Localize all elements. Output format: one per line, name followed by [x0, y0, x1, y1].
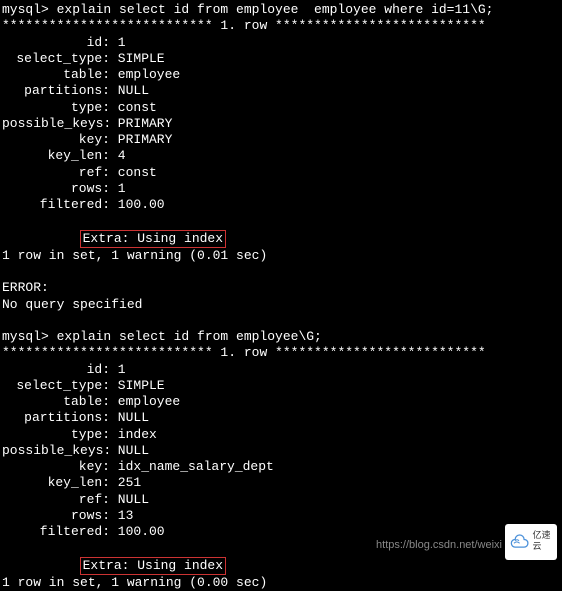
field-row: type: const — [2, 100, 560, 116]
query2-extra-value: Using index — [137, 558, 223, 573]
field-row: possible_keys: PRIMARY — [2, 116, 560, 132]
field-row: key_len: 4 — [2, 148, 560, 164]
field-value: PRIMARY — [110, 132, 172, 147]
field-row: partitions: NULL — [2, 83, 560, 99]
query2-prompt: mysql> explain select id from employee\G… — [2, 329, 560, 345]
query1-extra-value: Using index — [137, 231, 223, 246]
error-message: No query specified — [2, 297, 560, 313]
field-value: const — [110, 165, 157, 180]
field-value: 100.00 — [110, 524, 165, 539]
field-row: key_len: 251 — [2, 475, 560, 491]
field-label: id: — [2, 35, 110, 51]
blank-line-1 — [2, 264, 560, 280]
field-row: possible_keys: NULL — [2, 443, 560, 459]
field-row: ref: NULL — [2, 492, 560, 508]
field-label: select_type: — [2, 51, 110, 67]
cloud-icon — [505, 533, 530, 551]
field-label: table: — [2, 67, 110, 83]
field-row: table: employee — [2, 67, 560, 83]
field-label: partitions: — [2, 410, 110, 426]
field-value: NULL — [110, 83, 149, 98]
field-value: 251 — [110, 475, 141, 490]
field-label: partitions: — [2, 83, 110, 99]
field-row: key: idx_name_salary_dept — [2, 459, 560, 475]
field-value: 100.00 — [110, 197, 165, 212]
field-row: table: employee — [2, 394, 560, 410]
field-label: type: — [2, 427, 110, 443]
field-value: PRIMARY — [110, 116, 172, 131]
field-label: possible_keys: — [2, 116, 110, 132]
field-value: NULL — [110, 492, 149, 507]
field-value: index — [110, 427, 157, 442]
field-value: SIMPLE — [110, 378, 165, 393]
field-value: employee — [110, 394, 180, 409]
field-label: filtered: — [2, 197, 110, 213]
field-value: const — [110, 100, 157, 115]
query2-fields: id: 1select_type: SIMPLEtable: employeep… — [2, 362, 560, 541]
query2-result: 1 row in set, 1 warning (0.00 sec) — [2, 575, 560, 591]
field-label: ref: — [2, 165, 110, 181]
query1-extra-row: Extra: Using index — [2, 213, 560, 248]
field-value: 4 — [110, 148, 126, 163]
query1-extra-label: Extra: — [83, 231, 138, 246]
query2-extra-label: Extra: — [83, 558, 138, 573]
field-label: filtered: — [2, 524, 110, 540]
field-row: id: 1 — [2, 362, 560, 378]
field-label: key_len: — [2, 475, 110, 491]
field-value: idx_name_salary_dept — [110, 459, 274, 474]
field-label: table: — [2, 394, 110, 410]
field-label: key: — [2, 459, 110, 475]
watermark-text: https://blog.csdn.net/weixi — [376, 539, 502, 553]
query1-extra-highlight: Extra: Using index — [80, 230, 226, 248]
field-row: type: index — [2, 427, 560, 443]
field-label: type: — [2, 100, 110, 116]
query1-fields: id: 1select_type: SIMPLEtable: employeep… — [2, 35, 560, 214]
field-row: key: PRIMARY — [2, 132, 560, 148]
field-row: select_type: SIMPLE — [2, 51, 560, 67]
blank-line-2 — [2, 313, 560, 329]
field-row: ref: const — [2, 165, 560, 181]
query2-extra-highlight: Extra: Using index — [80, 557, 226, 575]
logo-text: 亿速云 — [532, 531, 557, 554]
field-label: rows: — [2, 181, 110, 197]
logo-badge: 亿速云 — [505, 524, 557, 560]
field-row: filtered: 100.00 — [2, 524, 560, 540]
field-row: rows: 1 — [2, 181, 560, 197]
field-label: ref: — [2, 492, 110, 508]
field-label: key: — [2, 132, 110, 148]
field-row: partitions: NULL — [2, 410, 560, 426]
field-value: 1 — [110, 35, 126, 50]
field-row: id: 1 — [2, 35, 560, 51]
field-value: NULL — [110, 410, 149, 425]
query1-separator: *************************** 1. row *****… — [2, 18, 560, 34]
field-value: 1 — [110, 181, 126, 196]
query2-separator: *************************** 1. row *****… — [2, 345, 560, 361]
field-value: employee — [110, 67, 180, 82]
query1-prompt: mysql> explain select id from employee e… — [2, 2, 560, 18]
field-value: 1 — [110, 362, 126, 377]
field-label: possible_keys: — [2, 443, 110, 459]
field-value: NULL — [110, 443, 149, 458]
field-row: filtered: 100.00 — [2, 197, 560, 213]
query1-result: 1 row in set, 1 warning (0.01 sec) — [2, 248, 560, 264]
field-value: 13 — [110, 508, 133, 523]
field-label: id: — [2, 362, 110, 378]
field-label: rows: — [2, 508, 110, 524]
field-row: rows: 13 — [2, 508, 560, 524]
field-label: select_type: — [2, 378, 110, 394]
error-label: ERROR: — [2, 280, 560, 296]
field-value: SIMPLE — [110, 51, 165, 66]
field-row: select_type: SIMPLE — [2, 378, 560, 394]
field-label: key_len: — [2, 148, 110, 164]
